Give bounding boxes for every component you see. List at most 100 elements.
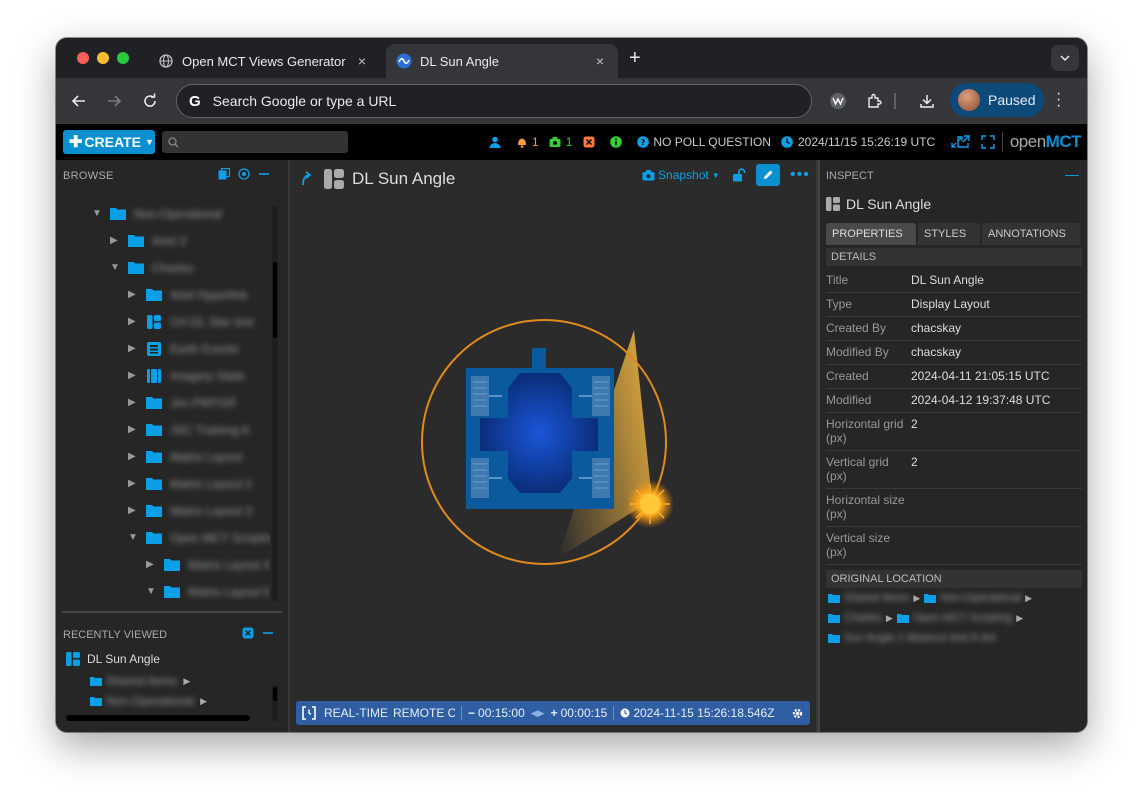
tree-item[interactable]: ▶ Jen PMTGR [128,389,236,416]
chevron-right-icon[interactable]: ▶ [128,289,140,300]
horizontal-scrollbar[interactable] [66,715,250,721]
extension-w-icon[interactable] [827,90,849,112]
tree-item[interactable]: ▶ JSC Training A [128,416,249,443]
chevron-down-icon[interactable]: ▼ [128,532,140,543]
tab-close-icon[interactable]: × [354,53,370,69]
start-offset[interactable]: − 00:15:00 [462,701,531,725]
profile-paused-button[interactable]: Paused [950,83,1044,117]
property-label: Type [826,297,853,311]
download-icon[interactable] [916,90,938,112]
poll-question-indicator[interactable]: ? NO POLL QUESTION [636,135,771,149]
tab-properties[interactable]: PROPERTIES [826,223,916,245]
tab-close-icon[interactable]: × [592,53,608,69]
user-indicator[interactable] [488,136,505,149]
tab-styles[interactable]: STYLES [918,223,980,245]
tree-item[interactable]: ▶ Matrix Layout 2 [128,470,252,497]
new-tab-button[interactable]: + [629,47,641,70]
camera-icon [549,136,562,149]
more-options-icon[interactable]: ••• [790,166,810,184]
info-indicator[interactable] [609,136,626,149]
chevron-right-icon[interactable]: ▶ [128,397,140,408]
chevron-down-icon[interactable]: ▼ [110,262,122,273]
location-path-item[interactable]: Non-Operational ▶ [924,592,1036,604]
snapshots-indicator[interactable]: 1 [549,135,572,149]
tab-annotations[interactable]: ANNOTATIONS [982,223,1080,245]
tree-item[interactable]: ▶ Matrix Layout 4 [146,551,270,578]
tree-item-label: Charles [152,260,194,275]
chevron-right-icon[interactable]: ▶ [128,370,140,381]
chevron-right-icon[interactable]: ▶ [128,424,140,435]
property-row: Title DL Sun Angle [826,269,1082,293]
end-offset[interactable]: + 00:00:15 [545,701,614,725]
snapshot-button[interactable]: Snapshot ▼ [642,168,720,182]
tab-search-button[interactable] [1051,45,1079,71]
tree-item[interactable]: ▶ Matrix Layout [128,443,242,470]
folder-icon [146,477,162,491]
forward-button[interactable] [103,90,125,112]
tree-item[interactable]: ▼ Non-Operational [92,200,222,227]
location-path-item[interactable]: Charles ▶ [828,612,897,624]
tree-item-label: Non-Operational [134,206,223,221]
folder-icon [146,450,162,464]
recent-scrollbar[interactable] [272,685,278,721]
notifications-indicator[interactable]: 1 [515,135,539,149]
tree-item[interactable]: ▶ Ariel 3 [110,227,186,254]
tree-item[interactable]: ▶ Ariel Hyperlink [128,281,247,308]
app-header: ✚ CREATE ▼ 1 1 ? NO POLL QUESTION 2024/1… [56,124,1087,160]
unlock-icon[interactable] [732,168,746,185]
minimize-icon[interactable]: — [1065,166,1079,182]
maximize-window-button[interactable] [117,52,129,64]
tree-item[interactable]: ▶ Earth Events [128,335,239,362]
tree-item[interactable]: ▼ Open MCT Scripting [128,524,270,551]
address-bar[interactable]: G Search Google or type a URL [176,84,812,118]
scroll-thumb[interactable] [273,687,277,701]
search-input[interactable] [162,131,348,153]
notifications-count: 1 [532,135,539,149]
new-window-icon[interactable] [956,135,970,149]
tree-item[interactable]: ▼ Matrix Layout 5 [146,578,270,600]
fullscreen-icon[interactable] [981,135,995,149]
chevron-right-icon[interactable]: ▶ [128,478,140,489]
gear-icon [792,708,803,718]
browser-menu-icon[interactable]: · · · [1056,86,1061,114]
recent-path-item[interactable]: Non-Operational ▶ [90,694,207,708]
scroll-thumb[interactable] [273,262,277,338]
mode-toggle[interactable]: REAL-TIME REMOTE CL [296,701,461,725]
time-conductor[interactable]: REAL-TIME REMOTE CL − 00:15:00 ◀▶ + 00:0… [296,701,810,725]
tree-item[interactable]: ▶ CH DL Star test [128,308,254,335]
edit-button[interactable] [756,164,780,186]
create-button[interactable]: ✚ CREATE ▼ [63,130,155,154]
tab-dl-sun-angle[interactable]: DL Sun Angle × [386,44,618,78]
pane-splitter[interactable] [62,611,282,613]
close-window-button[interactable] [77,52,89,64]
chevron-right-icon[interactable]: ▶ [128,343,140,354]
location-path-item[interactable]: Open MCT Scripting ▶ [896,612,1027,624]
navigate-up-icon[interactable] [298,171,314,187]
tree-item-label: JSC Training A [170,422,250,437]
chevron-right-icon[interactable]: ▶ [128,451,140,462]
tree-item[interactable]: ▶ Matrix Layout 3 [128,497,252,524]
tree-item[interactable]: ▶ Imagery State [128,362,245,389]
tab-views-generator[interactable]: Open MCT Views Generator × [148,44,380,78]
tree-item-label: Matrix Layout [170,449,243,464]
location-path-item[interactable]: Sun Angle 2 distance test 8 dot [828,632,996,644]
minimize-window-button[interactable] [97,52,109,64]
timebar-settings[interactable] [785,701,810,725]
recent-item-dl-sun-angle[interactable]: DL Sun Angle [66,652,160,666]
chevron-right-icon[interactable]: ▶ [110,235,122,246]
extensions-puzzle-icon[interactable] [863,90,885,112]
location-path-item[interactable]: Shared Items ▶ [828,592,924,604]
browse-tree: ▼ Non-Operational ▶ Ariel 3 ▼ Charles ▶ Ariel H… [56,200,270,600]
recent-path-item[interactable]: Shared Items ▶ [90,674,190,688]
chevron-down-icon[interactable]: ▼ [92,208,104,219]
tree-scrollbar[interactable] [272,206,278,601]
clear-data-indicator[interactable] [582,136,599,149]
reload-button[interactable] [139,90,161,112]
chevron-right-icon[interactable]: ▶ [128,316,140,327]
tree-item[interactable]: ▼ Charles [110,254,193,281]
back-button[interactable] [68,90,90,112]
chevron-right-icon[interactable]: ▶ [128,505,140,516]
chevron-down-icon[interactable]: ▼ [146,586,158,597]
duplicate-icon [218,168,230,180]
chevron-right-icon[interactable]: ▶ [146,559,158,570]
